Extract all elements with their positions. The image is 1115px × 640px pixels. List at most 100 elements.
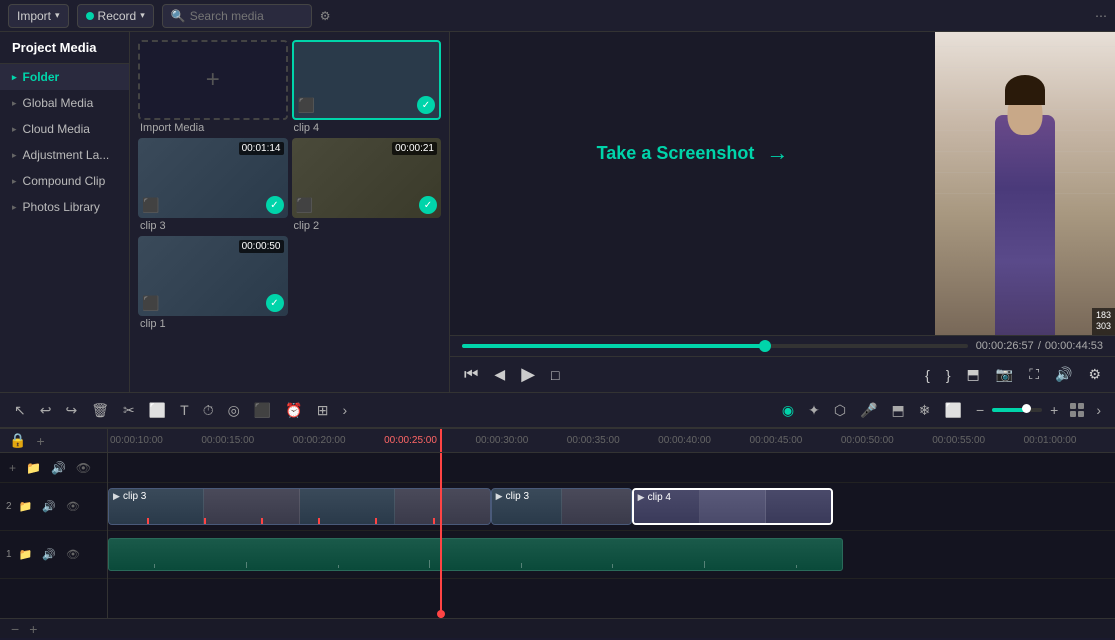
select-tool[interactable]: ↖ xyxy=(8,398,32,423)
adjustment-chevron-icon: ▸ xyxy=(12,150,17,161)
minus-zoom-button[interactable]: − xyxy=(970,398,990,422)
timeline-zoom-out-btn[interactable]: − xyxy=(8,618,22,640)
speed-tool[interactable]: ⏱ xyxy=(197,398,220,423)
track1-folder-btn[interactable]: 📁 xyxy=(16,497,36,516)
clip4-film-icon: ⬛ xyxy=(298,97,315,114)
track1-eye-btn[interactable]: 👁 xyxy=(63,497,83,516)
audio-button[interactable]: 🔊 xyxy=(1053,364,1074,385)
media-clip-2[interactable]: 00:00:21 ⬛ ✓ clip 2 xyxy=(292,138,442,232)
mic-tool[interactable]: 🎤 xyxy=(854,398,883,423)
play-button[interactable]: ▶ xyxy=(519,362,537,387)
sidebar-item-folder[interactable]: ▸ Folder xyxy=(0,64,129,90)
import-button[interactable]: Import ▾ xyxy=(8,4,69,28)
timeline-clip-3b[interactable]: ▶ clip 3 xyxy=(491,488,632,526)
record-dot-icon xyxy=(86,12,94,20)
ruler-label-30: 00:00:30:00 xyxy=(475,435,566,446)
track-add-button[interactable]: + xyxy=(33,430,47,452)
track-lock-button[interactable]: 🔒 xyxy=(6,429,29,452)
timeline-clip-3a[interactable]: ▶ clip 3 xyxy=(108,488,491,526)
sidebar-item-cloud-media[interactable]: ▸ Cloud Media xyxy=(0,116,129,142)
more-options-icon[interactable]: ⋯ xyxy=(1095,9,1107,23)
search-icon: 🔍 xyxy=(171,9,186,23)
audio-track-audio-btn[interactable]: 🔊 xyxy=(39,545,59,564)
audio-track-sidebar: 1 📁 🔊 👁 xyxy=(0,531,107,579)
search-input[interactable] xyxy=(190,9,303,23)
audio-clip[interactable] xyxy=(108,538,843,571)
stop-button[interactable]: □ xyxy=(549,365,561,385)
photos-chevron-icon: ▸ xyxy=(12,202,17,213)
track-eye-icon[interactable]: 👁 xyxy=(73,458,94,478)
grid-tool[interactable]: ⊞ xyxy=(311,398,335,423)
mark-in-button[interactable]: { xyxy=(923,365,932,385)
color-tool[interactable]: ◎ xyxy=(222,398,246,423)
search-bar[interactable]: 🔍 xyxy=(162,4,312,28)
frame-back-button[interactable]: ◀ xyxy=(492,364,507,385)
record-button[interactable]: Record ▾ xyxy=(77,4,154,28)
current-time: 00:00:26:57 xyxy=(976,340,1034,352)
sidebar-folder-label: Folder xyxy=(23,70,60,84)
cloud-chevron-icon: ▸ xyxy=(12,124,17,135)
crop-tool[interactable]: ⬜ xyxy=(143,398,172,423)
snapshot-button[interactable]: 📷 xyxy=(994,364,1015,385)
ruler-label-55: 00:00:55:00 xyxy=(932,435,1023,446)
text-tool[interactable]: T xyxy=(174,398,195,422)
circle-tool[interactable]: ◉ xyxy=(776,398,800,423)
mark-out-button[interactable]: } xyxy=(944,365,953,385)
undo-button[interactable]: ↩ xyxy=(34,398,58,423)
filter-icon[interactable]: ⚙ xyxy=(320,9,331,23)
zoom-slider-track[interactable] xyxy=(992,408,1042,412)
mask-tool[interactable]: ⬜ xyxy=(939,398,968,423)
sidebar-item-adjustment[interactable]: ▸ Adjustment La... xyxy=(0,142,129,168)
track-volume-icon[interactable]: 🔊 xyxy=(48,458,69,478)
audio-track-eye-btn[interactable]: 👁 xyxy=(63,545,83,564)
freeze-tool[interactable]: ❄ xyxy=(913,398,937,423)
insert-button[interactable]: ⬒ xyxy=(965,364,982,385)
clip1-label: clip 1 xyxy=(138,318,288,330)
audio-track-folder-btn[interactable]: 📁 xyxy=(16,545,36,564)
sidebar-item-photos[interactable]: ▸ Photos Library xyxy=(0,194,129,220)
toolbar: ↖ ↩ ↪ 🗑 ✂ ⬜ T ⏱ ◎ ⬛ ⏰ ⊞ › ◉ ✦ ⬡ 🎤 ⬒ ❄ ⬜ … xyxy=(0,392,1115,428)
fullscreen-button[interactable]: ⛶ xyxy=(1027,364,1041,385)
clip1-duration: 00:00:50 xyxy=(239,240,284,253)
progress-bar[interactable] xyxy=(462,344,968,348)
clip3-duration: 00:01:14 xyxy=(239,142,284,155)
media-clip-3[interactable]: 00:01:14 ⬛ ✓ clip 3 xyxy=(138,138,288,232)
redo-button[interactable]: ↪ xyxy=(59,398,83,423)
sidebar-item-global-media[interactable]: ▸ Global Media xyxy=(0,90,129,116)
clip3-label: clip 3 xyxy=(138,220,288,232)
skip-back-button[interactable]: ⏮ xyxy=(462,364,480,386)
tracks-content: ▶ clip 3 ▶ clip 3 xyxy=(108,453,1115,618)
sparkle-tool[interactable]: ✦ xyxy=(802,398,826,423)
hex-tool[interactable]: ⬡ xyxy=(828,398,852,423)
import-media-item[interactable]: + Import Media xyxy=(138,40,288,134)
clip4-timeline-play-icon: ▶ xyxy=(638,492,645,503)
more-tools-button[interactable]: › xyxy=(336,398,353,422)
plus-zoom-button[interactable]: + xyxy=(1044,398,1064,422)
empty-track-row xyxy=(108,453,1115,483)
cut-tool[interactable]: ✂ xyxy=(117,398,141,423)
grid-view-button[interactable] xyxy=(1066,399,1088,421)
track-add-icon[interactable]: + xyxy=(6,458,19,478)
top-bar: Import ▾ Record ▾ 🔍 ⚙ ⋯ xyxy=(0,0,1115,32)
sidebar-item-compound-clip[interactable]: ▸ Compound Clip xyxy=(0,168,129,194)
playback-controls: ⏮ ◀ ▶ □ { } ⬒ 📷 ⛶ 🔊 ⚙ xyxy=(450,356,1115,392)
timer-tool[interactable]: ⏰ xyxy=(279,398,308,423)
delete-button[interactable]: 🗑 xyxy=(85,398,115,423)
clip4-label: clip 4 xyxy=(292,122,442,134)
expand-panel-button[interactable]: › xyxy=(1090,398,1107,422)
layers-tool[interactable]: ⬒ xyxy=(886,398,911,423)
media-clip-1[interactable]: 00:00:50 ⬛ ✓ clip 1 xyxy=(138,236,288,330)
timeline-clip-4[interactable]: ▶ clip 4 xyxy=(632,488,833,526)
track1-audio-btn[interactable]: 🔊 xyxy=(39,497,59,516)
sidebar-title: Project Media xyxy=(0,32,129,64)
media-clip-4[interactable]: ⬛ ✓ clip 4 xyxy=(292,40,442,134)
shape-tool[interactable]: ⬛ xyxy=(248,398,277,423)
compound-chevron-icon: ▸ xyxy=(12,176,17,187)
clip3-check-icon: ✓ xyxy=(266,196,284,214)
track-folder-icon[interactable]: 📁 xyxy=(23,458,44,478)
settings-button[interactable]: ⚙ xyxy=(1086,364,1103,385)
clip3a-label: clip 3 xyxy=(123,491,146,502)
timeline-zoom-in-btn[interactable]: + xyxy=(26,618,40,640)
ruler-label-50: 00:00:50:00 xyxy=(841,435,932,446)
clip4-check-icon: ✓ xyxy=(417,96,435,114)
